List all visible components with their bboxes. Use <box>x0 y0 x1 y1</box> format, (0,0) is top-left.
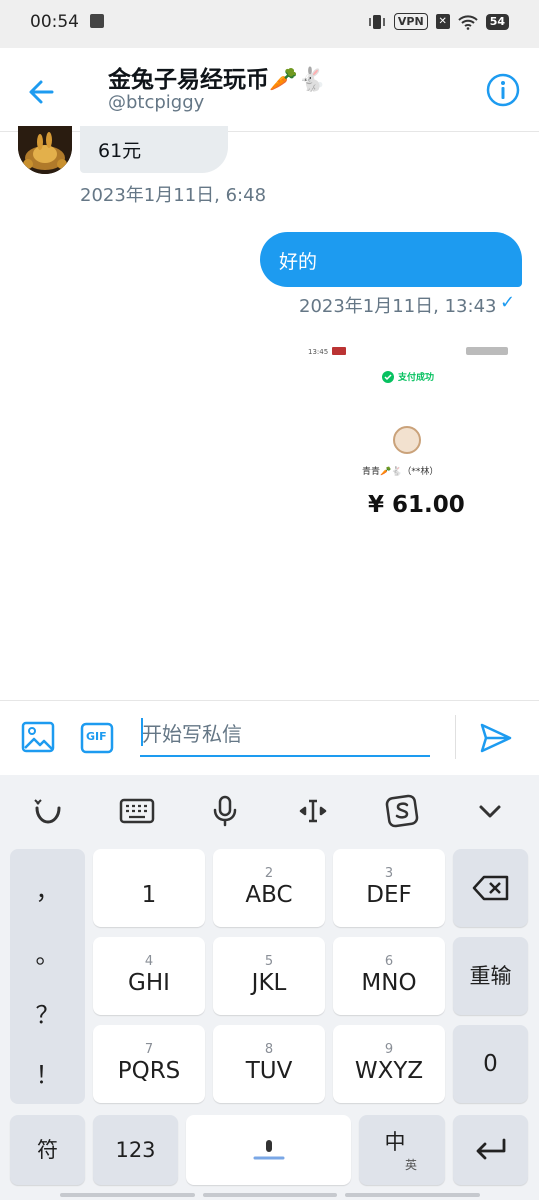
screenshot-notif-icon <box>332 347 346 355</box>
message-timestamp: 2023年1月11日, 6:48 <box>80 185 267 206</box>
payment-screenshot[interactable]: 13:45 支付成功 青青🥕🐇（**林） ¥ 61.00 <box>300 340 522 530</box>
status-icons: VPN ✕ 54 <box>368 13 509 30</box>
punct-period[interactable]: 。 <box>10 935 85 970</box>
vpn-badge: VPN <box>393 13 428 30</box>
key-3-def[interactable]: 3 DEF <box>333 849 445 927</box>
keyboard-icon <box>119 798 155 824</box>
key-7-pqrs[interactable]: 7 PQRS <box>93 1025 205 1103</box>
text-cursor <box>141 718 143 746</box>
gif-button[interactable]: GIF <box>80 721 114 755</box>
name-emoji: 🥕🐇 <box>269 67 327 93</box>
add-media-button[interactable] <box>20 719 56 755</box>
keyboard-switch-button[interactable] <box>115 789 159 833</box>
info-button[interactable] <box>485 72 521 108</box>
enter-key[interactable] <box>453 1115 528 1185</box>
status-bar: 00:54 VPN ✕ 54 <box>0 0 539 48</box>
display-name: 金兔子易经玩币 <box>108 67 269 93</box>
screenshot-status-icons <box>466 347 508 355</box>
key-8-tuv[interactable]: 8 TUV <box>213 1025 325 1103</box>
punctuation-column[interactable]: ， 。 ？ ！ <box>10 849 85 1104</box>
avatar-image <box>18 126 72 174</box>
space-key[interactable] <box>186 1115 351 1185</box>
payer-avatar <box>393 426 421 454</box>
collapse-keyboard-button[interactable] <box>468 789 512 833</box>
message-text: 61元 <box>98 140 142 162</box>
symbols-key[interactable]: 符 <box>10 1115 85 1185</box>
emoji-button[interactable] <box>26 789 70 833</box>
wifi-icon <box>457 14 478 30</box>
message-composer: GIF <box>0 700 539 775</box>
send-icon <box>480 723 512 753</box>
received-message[interactable]: 61元 <box>80 126 228 173</box>
send-button[interactable] <box>478 721 514 755</box>
notification-icon <box>90 14 104 28</box>
smile-icon <box>34 799 61 824</box>
message-input[interactable] <box>140 713 430 757</box>
page-title[interactable]: 金兔子易经玩币🥕🐇 <box>108 60 326 94</box>
key-4-ghi[interactable]: 4 GHI <box>93 937 205 1015</box>
chevron-down-icon <box>479 805 501 818</box>
key-6-mno[interactable]: 6 MNO <box>333 937 445 1015</box>
punct-question[interactable]: ？ <box>10 995 85 1030</box>
no-sim-icon: ✕ <box>435 14 450 29</box>
read-check-icon: ✓ <box>500 292 516 313</box>
message-timestamp: 2023年1月11日, 13:43 <box>299 296 497 317</box>
payment-success-text: 支付成功 <box>398 373 435 383</box>
conversation-header: 金兔子易经玩币🥕🐇 @btcpiggy <box>0 48 539 132</box>
screenshot-time: 13:45 <box>308 348 329 356</box>
punct-comma[interactable]: ， <box>10 871 85 906</box>
numbers-key[interactable]: 123 <box>93 1115 178 1185</box>
sogou-button[interactable] <box>380 789 424 833</box>
back-button[interactable] <box>22 72 62 112</box>
arrow-left-icon <box>29 80 54 104</box>
battery-indicator: 54 <box>485 13 509 30</box>
soft-keyboard: ， 。 ？ ！ 1 2 ABC 3 DEF 4 GHI 5 JKL 6 MNO 重输 7P… <box>0 775 539 1200</box>
info-icon <box>486 73 520 107</box>
username: @btcpiggy <box>108 92 205 113</box>
gif-label: GIF <box>86 730 107 743</box>
punct-exclaim[interactable]: ！ <box>10 1055 85 1090</box>
check-circle-icon <box>382 370 394 383</box>
payment-success-label: 支付成功 <box>382 370 434 383</box>
gesture-bar <box>60 1193 481 1197</box>
return-icon <box>476 1138 505 1160</box>
payment-amount: ¥ 61.00 <box>368 492 465 518</box>
language-switch-key[interactable]: 中 英 <box>359 1115 445 1185</box>
message-text: 好的 <box>279 251 318 273</box>
key-9-wxyz[interactable]: 9 WXYZ <box>333 1025 445 1103</box>
sogou-logo-icon <box>385 794 419 828</box>
key-5-jkl[interactable]: 5 JKL <box>213 937 325 1015</box>
avatar[interactable] <box>18 126 72 174</box>
sent-message[interactable]: 好的 <box>260 232 522 287</box>
vibrate-icon <box>369 14 385 29</box>
microphone-icon <box>213 795 237 827</box>
status-time: 00:54 <box>30 12 79 32</box>
backspace-icon <box>472 875 508 901</box>
reinput-key[interactable]: 重输 <box>453 937 528 1015</box>
space-mic-icon <box>253 1140 284 1160</box>
divider <box>455 715 456 759</box>
backspace-key[interactable] <box>453 849 528 927</box>
key-0[interactable]: 0 <box>453 1025 528 1103</box>
cursor-move-button[interactable] <box>291 789 335 833</box>
voice-input-button[interactable] <box>203 789 247 833</box>
key-2-abc[interactable]: 2 ABC <box>213 849 325 927</box>
image-icon <box>21 721 55 753</box>
key-1[interactable]: 1 <box>93 849 205 927</box>
text-cursor-icon <box>299 799 327 823</box>
payer-name: 青青🥕🐇（**林） <box>362 467 439 477</box>
